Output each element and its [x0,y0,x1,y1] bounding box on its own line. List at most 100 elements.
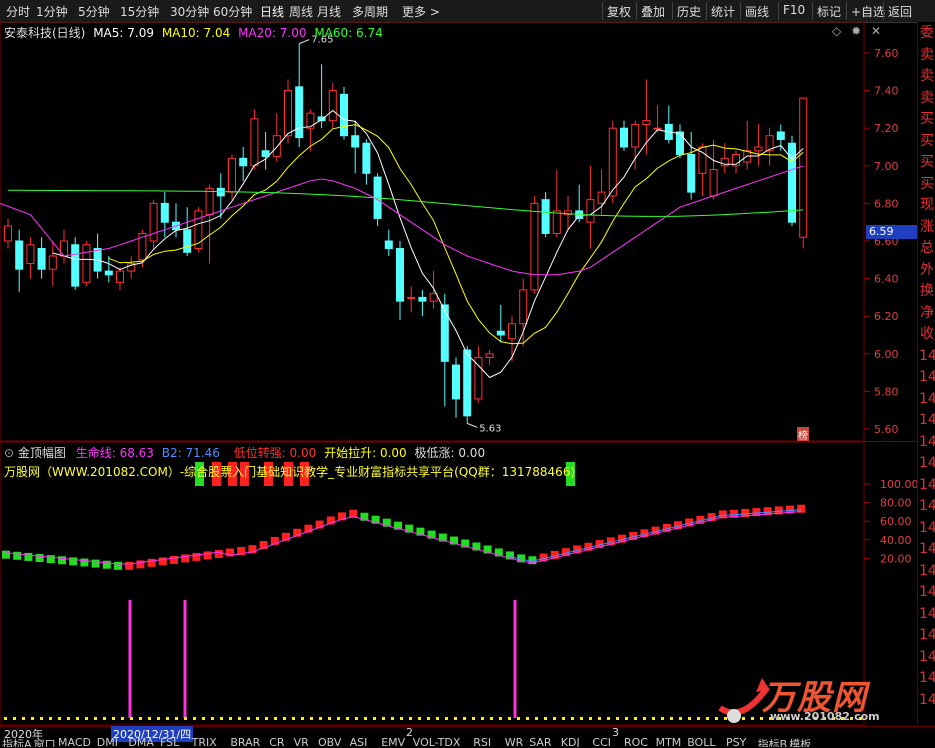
indicator-tab-15[interactable]: WR [505,738,524,747]
candle-body[interactable] [519,289,528,325]
candle-body[interactable] [272,135,281,157]
indicator-tab-16[interactable]: SAR [529,738,551,747]
candle-body[interactable] [239,157,248,167]
indicator-tab-12[interactable]: EMV [381,738,405,747]
period-tab-0[interactable]: 分时 [6,3,30,20]
toolbar-action-6[interactable]: 标记 [817,3,841,20]
indicator-tab-0[interactable]: 指标A [2,738,32,747]
toolbar-action-1[interactable]: 叠加 [641,3,665,20]
toolbar-action-2[interactable]: 历史 [677,3,701,20]
indicator-tab-20[interactable]: MTM [656,738,682,747]
candle-body[interactable] [631,123,640,148]
candle-body[interactable] [418,296,427,302]
indicator-tab-11[interactable]: ASI [350,738,368,747]
candle-body[interactable] [586,199,595,223]
toolbar-action-5[interactable]: F10 [783,3,805,17]
candle-body[interactable] [60,240,68,257]
period-tab-3[interactable]: 15分钟 [120,3,159,20]
candle-body[interactable] [709,169,718,197]
candle-body[interactable] [351,135,360,148]
indicator-tab-8[interactable]: CR [269,738,284,747]
candle-body[interactable] [429,293,438,302]
candle-body[interactable] [676,131,684,156]
toolbar-action-0[interactable]: 复权 [607,3,631,20]
indicator-tab-19[interactable]: ROC [624,738,648,747]
candle-body[interactable] [295,86,304,139]
candle-body[interactable] [37,248,46,270]
candle-body[interactable] [687,154,696,193]
indicator-tab-22[interactable]: PSY [726,738,746,747]
candle-body[interactable] [608,127,617,197]
candle-body[interactable] [452,364,460,400]
candle-body[interactable] [104,270,113,276]
candle-body[interactable] [653,127,662,130]
candle-body[interactable] [362,142,371,174]
candle-body[interactable] [116,270,124,283]
candle-body[interactable] [183,229,192,253]
expand-icon[interactable]: ⊙ [4,446,14,460]
candle-body[interactable] [642,120,651,125]
candle-body[interactable] [776,131,785,140]
candle-body[interactable] [160,202,169,223]
period-tab-8[interactable]: 月线 [317,3,341,20]
indicator-tab-13[interactable]: VOL-TDX [413,738,461,747]
candle-body[interactable] [205,187,214,216]
candle-body[interactable] [71,244,80,287]
indicator-tab-18[interactable]: CCI [592,738,611,747]
period-tab-4[interactable]: 30分钟 [170,3,209,20]
close-icon[interactable]: ✕ [871,24,881,38]
candle-body[interactable] [552,210,561,234]
candle-body[interactable] [4,225,12,242]
candle-body[interactable] [149,202,158,242]
period-tab-2[interactable]: 5分钟 [78,3,110,20]
candle-body[interactable] [799,97,808,238]
gear-icon[interactable]: ✹ [851,24,861,38]
candle-body[interactable] [228,157,236,193]
period-tab-1[interactable]: 1分钟 [36,3,68,20]
indicator-tab-24[interactable]: 模板 [789,738,811,747]
candle-body[interactable] [541,199,550,234]
candle-body[interactable] [328,90,337,122]
indicator-tab-7[interactable]: BRAR [230,738,260,747]
candle-body[interactable] [48,255,57,270]
candle-body[interactable] [284,90,292,137]
candle-body[interactable] [82,244,91,283]
diamond-icon[interactable]: ◇ [832,24,841,38]
candle-body[interactable] [407,296,416,299]
candle-body[interactable] [463,349,472,417]
toolbar-action-4[interactable]: 画线 [745,3,769,20]
period-tab-7[interactable]: 周线 [289,3,313,20]
candle-body[interactable] [26,244,35,265]
candle-body[interactable] [485,353,494,359]
indicator-tab-4[interactable]: DMA [128,738,154,747]
candle-body[interactable] [508,323,516,340]
rank-badge[interactable]: 榜 [797,427,809,442]
indicator-tab-21[interactable]: BOLL [687,738,715,747]
period-tab-6[interactable]: 日线 [260,3,284,20]
candle-body[interactable] [261,150,270,157]
candle-body[interactable] [496,330,505,336]
candle-body[interactable] [620,127,628,148]
indicator-tab-2[interactable]: MACD [58,738,91,747]
period-tab-9[interactable]: 多周期 [352,3,388,20]
period-tab-10[interactable]: 更多 > [402,3,440,20]
indicator-tab-6[interactable]: TRIX [192,738,217,747]
period-tab-5[interactable]: 60分钟 [213,3,252,20]
candle-body[interactable] [597,191,606,204]
candle-body[interactable] [15,240,24,270]
candle-body[interactable] [250,118,259,167]
candle-body[interactable] [340,93,348,137]
indicator-tab-5[interactable]: FSL [160,738,179,747]
indicator-tab-1[interactable]: 窗口 [34,738,56,747]
toolbar-action-3[interactable]: 统计 [711,3,735,20]
indicator-tab-23[interactable]: 指标B [758,738,788,747]
candle-body[interactable] [474,357,483,400]
indicator-tab-17[interactable]: KDJ [561,738,580,747]
candle-body[interactable] [530,202,539,291]
indicator-tab-10[interactable]: OBV [318,738,341,747]
candlestick-chart[interactable]: 7.607.407.207.006.806.606.406.206.005.80… [0,22,917,442]
candle-body[interactable] [384,240,393,250]
indicator-tab-14[interactable]: RSI [473,738,491,747]
indicator-tab-9[interactable]: VR [294,738,309,747]
toolbar-action-7[interactable]: +自选 [851,3,885,20]
